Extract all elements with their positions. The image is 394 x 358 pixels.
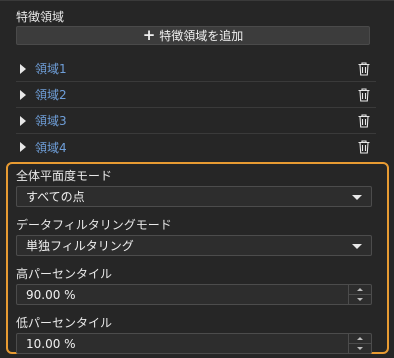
increment-button[interactable] — [349, 334, 371, 344]
filter-mode-value: 単独フィルタリング — [26, 239, 134, 253]
region-item-3[interactable]: 領域3 — [16, 108, 376, 134]
add-region-label: 特徴領域を追加 — [159, 29, 244, 43]
increment-button[interactable] — [349, 285, 371, 295]
flatness-mode-label: 全体平面度モード — [16, 169, 113, 183]
add-region-button[interactable]: + 特徴領域を追加 — [16, 26, 370, 45]
low-percentile-value: 10.00 % — [26, 336, 76, 351]
region-label[interactable]: 領域4 — [35, 139, 67, 156]
top-divider — [0, 0, 394, 1]
trash-icon[interactable] — [358, 88, 370, 102]
expand-arrow-icon[interactable] — [20, 63, 26, 74]
trash-icon[interactable] — [358, 140, 370, 154]
region-item-4[interactable]: 領域4 — [16, 134, 376, 160]
low-percentile-input[interactable]: 10.00 % — [16, 333, 372, 354]
low-percentile-label: 低パーセンタイル — [16, 316, 113, 330]
flatness-mode-value: すべての点 — [26, 190, 85, 204]
region-item-1[interactable]: 領域1 — [16, 56, 376, 82]
region-label[interactable]: 領域1 — [35, 60, 67, 77]
high-percentile-label: 高パーセンタイル — [16, 267, 113, 281]
flatness-mode-select[interactable]: すべての点 — [16, 186, 372, 207]
high-percentile-value: 90.00 % — [26, 287, 76, 302]
trash-icon[interactable] — [358, 114, 370, 128]
decrement-button[interactable] — [349, 344, 371, 353]
trash-icon[interactable] — [358, 62, 370, 76]
expand-arrow-icon[interactable] — [20, 89, 26, 100]
section-title: 特徴領域 — [16, 10, 65, 24]
filter-mode-label: データフィルタリングモード — [16, 218, 172, 232]
region-label[interactable]: 領域3 — [35, 112, 67, 129]
decrement-button[interactable] — [349, 295, 371, 304]
plus-icon: + — [142, 25, 156, 44]
expand-arrow-icon[interactable] — [20, 115, 26, 126]
spin-buttons — [348, 334, 371, 353]
region-item-2[interactable]: 領域2 — [16, 82, 376, 108]
region-label[interactable]: 領域2 — [35, 86, 67, 103]
spin-buttons — [348, 285, 371, 304]
expand-arrow-icon[interactable] — [20, 142, 26, 152]
filter-mode-select[interactable]: 単独フィルタリング — [16, 235, 372, 256]
dropdown-caret-icon — [352, 244, 362, 249]
high-percentile-input[interactable]: 90.00 % — [16, 284, 372, 305]
dropdown-caret-icon — [352, 195, 362, 200]
